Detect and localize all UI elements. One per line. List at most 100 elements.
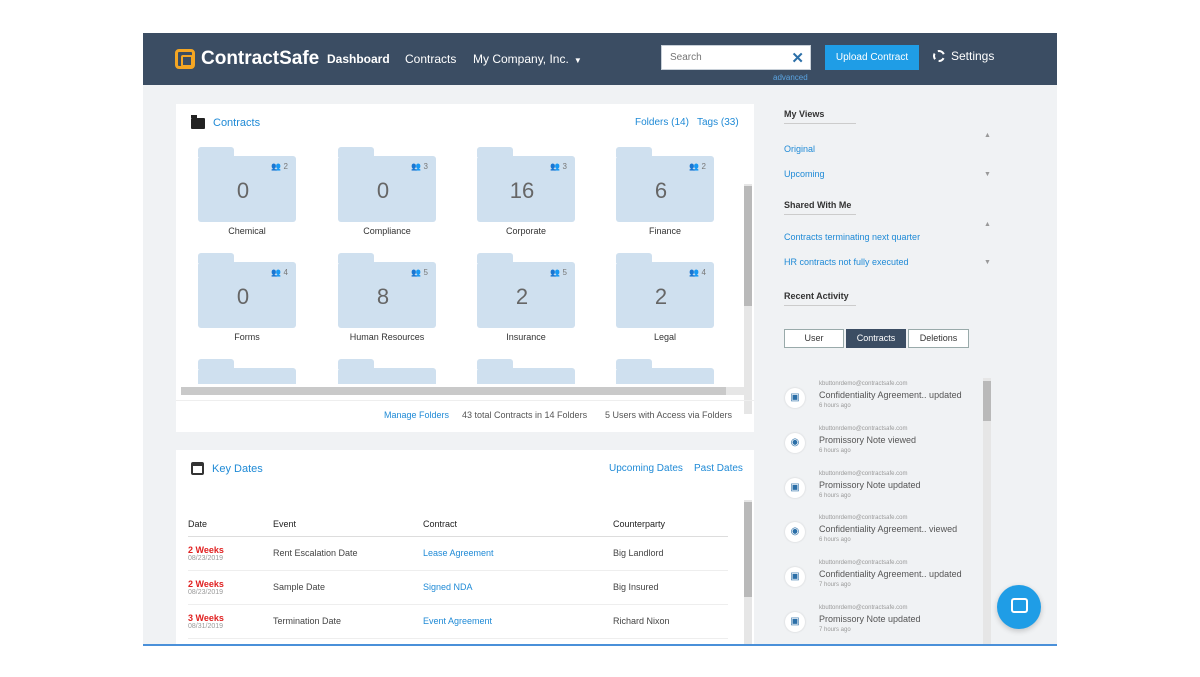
chat-button[interactable] — [997, 585, 1041, 629]
shared-view-terminating[interactable]: Contracts terminating next quarter — [784, 232, 920, 242]
users-icon: 👥 2 — [271, 162, 288, 171]
folder-shape: 0 👥 4 — [198, 253, 296, 328]
scrollbar-thumb[interactable] — [181, 387, 726, 395]
activity-vertical-scrollbar[interactable] — [983, 378, 991, 644]
chat-icon — [1011, 598, 1028, 613]
folder-partial[interactable] — [616, 358, 714, 384]
folders-horizontal-scrollbar[interactable] — [181, 387, 747, 395]
contracts-title[interactable]: Contracts — [213, 117, 260, 129]
folder-partial[interactable] — [477, 358, 575, 384]
scrollbar-thumb[interactable] — [744, 186, 752, 306]
list-item[interactable]: ▣ kbuttonrdemo@contractsafe.com Promisso… — [779, 602, 979, 644]
list-item[interactable]: ▣ kbuttonrdemo@contractsafe.com Promisso… — [779, 468, 979, 512]
caret-down-icon[interactable]: ▼ — [984, 171, 991, 178]
folder-compliance[interactable]: 0 👥 3 Compliance — [338, 146, 436, 236]
folder-count: 2 — [515, 284, 529, 309]
divider — [784, 305, 856, 306]
activity-text: Promissory Note updated — [819, 480, 921, 490]
past-dates-link[interactable]: Past Dates — [694, 463, 743, 474]
list-item[interactable]: ▣ kbuttonrdemo@contractsafe.com Confiden… — [779, 557, 979, 601]
manage-folders-link[interactable]: Manage Folders — [384, 410, 449, 420]
users-icon: 👥 2 — [689, 162, 706, 171]
advanced-search-link[interactable]: advanced — [773, 73, 808, 82]
tab-deletions[interactable]: Deletions — [908, 329, 969, 348]
settings-button[interactable]: Settings — [933, 49, 994, 63]
caret-down-icon[interactable]: ▼ — [984, 259, 991, 266]
folder-insurance[interactable]: 2 👥 5 Insurance — [477, 252, 575, 342]
caret-down-icon: ▼ — [573, 56, 582, 65]
folder-corporate[interactable]: 16 👥 3 Corporate — [477, 146, 575, 236]
folder-finance[interactable]: 6 👥 2 Finance — [616, 146, 714, 236]
logo-icon — [175, 49, 195, 69]
folder-legal[interactable]: 2 👥 4 Legal — [616, 252, 714, 342]
key-dates-title[interactable]: Key Dates — [212, 463, 263, 475]
view-original[interactable]: Original — [784, 144, 815, 154]
divider — [176, 400, 754, 401]
shared-view-hr[interactable]: HR contracts not fully executed — [784, 257, 909, 267]
folder-count: 2 — [654, 284, 668, 309]
divider — [784, 214, 856, 215]
folder-tab — [338, 147, 374, 157]
nav-company-menu[interactable]: My Company, Inc. ▼ — [473, 52, 582, 66]
folder-shape — [616, 359, 714, 384]
folder-partial[interactable] — [198, 358, 296, 384]
search-input[interactable] — [662, 46, 782, 69]
folder-shape: 0 👥 3 — [338, 147, 436, 222]
document-icon: ▣ — [785, 567, 805, 587]
activity-user: kbuttonrdemo@contractsafe.com — [819, 515, 908, 521]
list-item[interactable]: ◉ kbuttonrdemo@contractsafe.com Confiden… — [779, 512, 979, 556]
key-dates-table: Date Event Contract Counterparty 2 Weeks… — [188, 512, 728, 639]
folders-link[interactable]: Folders (14) — [635, 117, 689, 128]
contracts-header: Contracts — [191, 114, 260, 129]
caret-up-icon[interactable]: ▲ — [984, 132, 991, 139]
clear-search-icon[interactable]: ✕ — [791, 49, 804, 67]
folder-tab — [198, 359, 234, 369]
brand-name: ContractSafe — [201, 48, 320, 69]
folder-user-count: 5 — [562, 268, 567, 277]
folder-chemical[interactable]: 0 👥 2 Chemical — [198, 146, 296, 236]
caret-up-icon[interactable]: ▲ — [984, 221, 991, 228]
scrollbar-thumb[interactable] — [983, 381, 991, 421]
contract-cell: Lease Agreement — [423, 536, 613, 571]
upload-contract-button[interactable]: Upload Contract — [825, 45, 919, 70]
folder-shape — [477, 359, 575, 384]
activity-user: kbuttonrdemo@contractsafe.com — [819, 426, 908, 432]
list-item[interactable]: ▣ kbuttonrdemo@contractsafe.com Confiden… — [779, 378, 979, 422]
exact-date: 08/23/2019 — [188, 554, 224, 562]
folder-human-resources[interactable]: 8 👥 5 Human Resources — [338, 252, 436, 342]
view-upcoming[interactable]: Upcoming — [784, 169, 825, 179]
folder-icon — [191, 114, 205, 129]
folder-shape — [198, 359, 296, 384]
tab-user[interactable]: User — [784, 329, 844, 348]
folder-tab — [616, 253, 652, 263]
folder-user-count: 2 — [283, 162, 288, 171]
folder-partial[interactable] — [338, 358, 436, 384]
table-row: 2 Weeks 08/23/2019 Rent Escalation Date L… — [188, 536, 728, 571]
contract-link[interactable]: Event Agreement — [423, 616, 492, 626]
contract-cell: Signed NDA — [423, 570, 613, 605]
logo[interactable]: ContractSafe — [175, 48, 319, 70]
dates-vertical-scrollbar[interactable] — [744, 500, 752, 644]
users-access-text: 5 Users with Access via Folders — [605, 410, 733, 420]
contract-link[interactable]: Lease Agreement — [423, 548, 494, 558]
contract-link[interactable]: Signed NDA — [423, 582, 473, 592]
users-icon: 👥 5 — [411, 268, 428, 277]
counterparty-cell: Big Landlord — [613, 536, 728, 571]
folder-grid: 0 👥 2 Chemical 0 👥 3 Compliance 16 👥 3 C… — [198, 146, 743, 384]
users-icon: 👥 4 — [689, 268, 706, 277]
list-item[interactable]: ◉ kbuttonrdemo@contractsafe.com Promisso… — [779, 423, 979, 467]
nav-dashboard[interactable]: Dashboard — [327, 52, 390, 66]
nav-contracts[interactable]: Contracts — [405, 52, 456, 66]
tags-link[interactable]: Tags (33) — [697, 117, 739, 128]
calendar-icon — [191, 462, 204, 475]
activity-feed: ▣ kbuttonrdemo@contractsafe.com Confiden… — [779, 378, 989, 644]
scrollbar-thumb[interactable] — [744, 502, 752, 597]
event-cell: Sample Date — [273, 570, 423, 605]
folder-forms[interactable]: 0 👥 4 Forms — [198, 252, 296, 342]
folder-tab — [616, 147, 652, 157]
folders-vertical-scrollbar[interactable] — [744, 184, 752, 414]
upcoming-dates-link[interactable]: Upcoming Dates — [609, 463, 683, 474]
tab-contracts[interactable]: Contracts — [846, 329, 906, 348]
recent-activity-heading: Recent Activity — [784, 291, 849, 301]
folder-shape: 8 👥 5 — [338, 253, 436, 328]
